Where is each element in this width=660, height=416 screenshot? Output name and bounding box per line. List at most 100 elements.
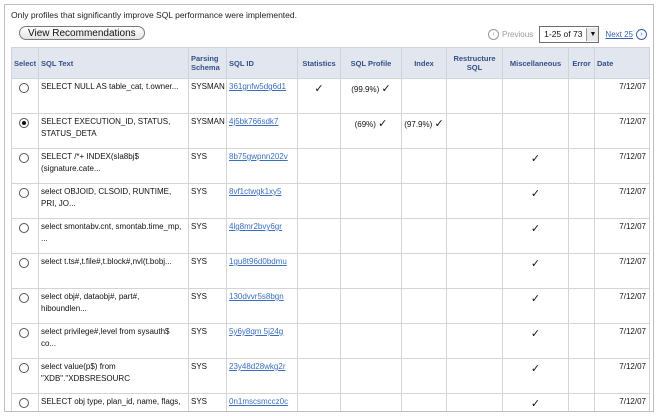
recommendations-table: Select SQL Text Parsing Schema SQL ID St…: [11, 47, 650, 411]
column-header[interactable]: Restructure SQL: [446, 47, 503, 79]
date-cell: 7/12/07: [594, 78, 650, 114]
select-radio[interactable]: [19, 258, 29, 268]
restructure-sql-cell: [446, 113, 503, 149]
index-cell: [401, 78, 447, 114]
parsing-schema-cell: SYS: [188, 323, 227, 359]
error-cell: [568, 358, 595, 394]
date-cell: 7/12/07: [594, 393, 650, 411]
select-cell: [11, 358, 39, 394]
index-cell: [401, 253, 447, 289]
select-radio[interactable]: [19, 188, 29, 198]
sql-id-link[interactable]: 4j5bk766sdk7: [226, 113, 298, 149]
sql-id-link[interactable]: 0n1mscsmccz0c: [226, 393, 298, 411]
sql-text-cell: select OBJOID, CLSOID, RUNTIME, PRI, JO.…: [38, 183, 189, 219]
restructure-sql-cell: [446, 148, 503, 184]
column-header[interactable]: Parsing Schema: [188, 47, 227, 79]
select-radio[interactable]: [19, 223, 29, 233]
next-link[interactable]: Next 25: [605, 30, 633, 39]
statistics-cell: [297, 393, 341, 411]
sql-id-link[interactable]: 1gu8t96d0bdmu: [226, 253, 298, 289]
error-cell: [568, 218, 595, 254]
table-row: SELECT NULL AS table_cat, t.owner... SYSM…: [11, 78, 650, 114]
sql-id-link[interactable]: 361gnfw5dg6d1: [226, 78, 298, 114]
parsing-schema-cell: SYS: [188, 218, 227, 254]
index-cell: [401, 218, 447, 254]
check-icon: ✓: [381, 83, 391, 95]
miscellaneous-cell: ✓: [502, 253, 569, 289]
sql-text-cell: SELECT obj type, plan_id, name, flags, .…: [38, 393, 189, 411]
table-row: select privilege#,level from sysauth$ co…: [11, 323, 650, 359]
sql-id-link[interactable]: 8b75gwpnn202v: [226, 148, 298, 184]
column-header[interactable]: Statistics: [297, 47, 341, 79]
error-cell: [568, 393, 595, 411]
index-cell: (97.9%) ✓: [401, 113, 447, 149]
sql-id-link[interactable]: 8vf1ctwgk1xy5: [226, 183, 298, 219]
miscellaneous-cell: ✓: [502, 323, 569, 359]
chevron-down-icon[interactable]: ▼: [586, 27, 599, 41]
index-cell: [401, 183, 447, 219]
check-icon: ✓: [378, 118, 388, 130]
restructure-sql-cell: [446, 393, 503, 411]
next-icon[interactable]: ›: [636, 28, 647, 40]
select-radio[interactable]: [19, 83, 29, 93]
check-icon: ✓: [434, 118, 444, 130]
check-icon: ✓: [530, 223, 541, 235]
select-cell: [11, 218, 39, 254]
sql-profile-cell: [340, 323, 402, 359]
select-cell: [11, 113, 39, 149]
column-header[interactable]: SQL ID: [226, 47, 298, 79]
sql-profile-cell: [340, 148, 402, 184]
select-cell: [11, 393, 39, 411]
sql-text-cell: SELECT EXECUTION_ID, STATUS, STATUS_DETA: [38, 113, 189, 149]
table-row: select t.ts#,t.file#,t.block#,nvl(t.bobj…: [11, 253, 650, 289]
sql-id-link[interactable]: 4lg8mr2bvy6gr: [226, 218, 298, 254]
sql-id-link[interactable]: 23y48d28wkg2r: [226, 358, 298, 394]
select-cell: [11, 288, 39, 324]
select-radio[interactable]: [19, 153, 29, 163]
select-cell: [11, 323, 39, 359]
parsing-schema-cell: SYS: [188, 393, 227, 411]
select-radio[interactable]: [19, 363, 29, 373]
select-radio[interactable]: [19, 293, 29, 303]
column-header[interactable]: Miscellaneous: [502, 47, 569, 79]
column-header[interactable]: SQL Text: [38, 47, 189, 79]
sql-id-link[interactable]: 5y6y8qm 5j24g: [226, 323, 298, 359]
view-recommendations-button[interactable]: View Recommendations: [19, 26, 145, 40]
implemented-note: Only profiles that significantly improve…: [11, 10, 297, 20]
table-row: select obj#, dataobj#, part#, hiboundlen…: [11, 288, 650, 324]
parsing-schema-cell: SYSMAN: [188, 78, 227, 114]
table-row: SELECT /*+ INDEX(sla8bj$ (signature.cate…: [11, 148, 650, 184]
table-row: select smontabv.cnt, smontab.time_mp, ..…: [11, 218, 650, 254]
sql-profile-cell: [340, 183, 402, 219]
page-range-select[interactable]: 1-25 of 73 ▼: [539, 25, 600, 43]
column-header[interactable]: Index: [401, 47, 447, 79]
error-cell: [568, 183, 595, 219]
error-cell: [568, 148, 595, 184]
select-radio[interactable]: [19, 398, 29, 408]
statistics-cell: ✓: [297, 78, 341, 114]
index-cell: [401, 148, 447, 184]
statistics-cell: [297, 183, 341, 219]
previous-icon: ‹: [488, 28, 500, 40]
sql-text-cell: select obj#, dataobj#, part#, hiboundlen…: [38, 288, 189, 324]
table-row: SELECT obj type, plan_id, name, flags, .…: [11, 393, 650, 411]
error-cell: [568, 288, 595, 324]
column-header[interactable]: SQL Profile: [340, 47, 402, 79]
error-cell: [568, 253, 595, 289]
select-radio[interactable]: [19, 118, 29, 128]
sql-id-link[interactable]: 130dvvr5s8bgn: [226, 288, 298, 324]
column-header[interactable]: Date: [594, 47, 650, 79]
table-row: select OBJOID, CLSOID, RUNTIME, PRI, JO.…: [11, 183, 650, 219]
index-cell: [401, 358, 447, 394]
sql-profile-cell: (99.9%) ✓: [340, 78, 402, 114]
previous-link: Previous: [502, 29, 534, 39]
table-row: SELECT EXECUTION_ID, STATUS, STATUS_DETA…: [11, 113, 650, 149]
sql-profile-benefit: (99.9%): [351, 85, 380, 94]
index-cell: [401, 393, 447, 411]
miscellaneous-cell: ✓: [502, 148, 569, 184]
sql-profile-cell: [340, 358, 402, 394]
sql-profile-benefit: (69%): [354, 120, 376, 129]
select-radio[interactable]: [19, 328, 29, 338]
column-header[interactable]: Error: [568, 47, 595, 79]
miscellaneous-cell: ✓: [502, 288, 569, 324]
